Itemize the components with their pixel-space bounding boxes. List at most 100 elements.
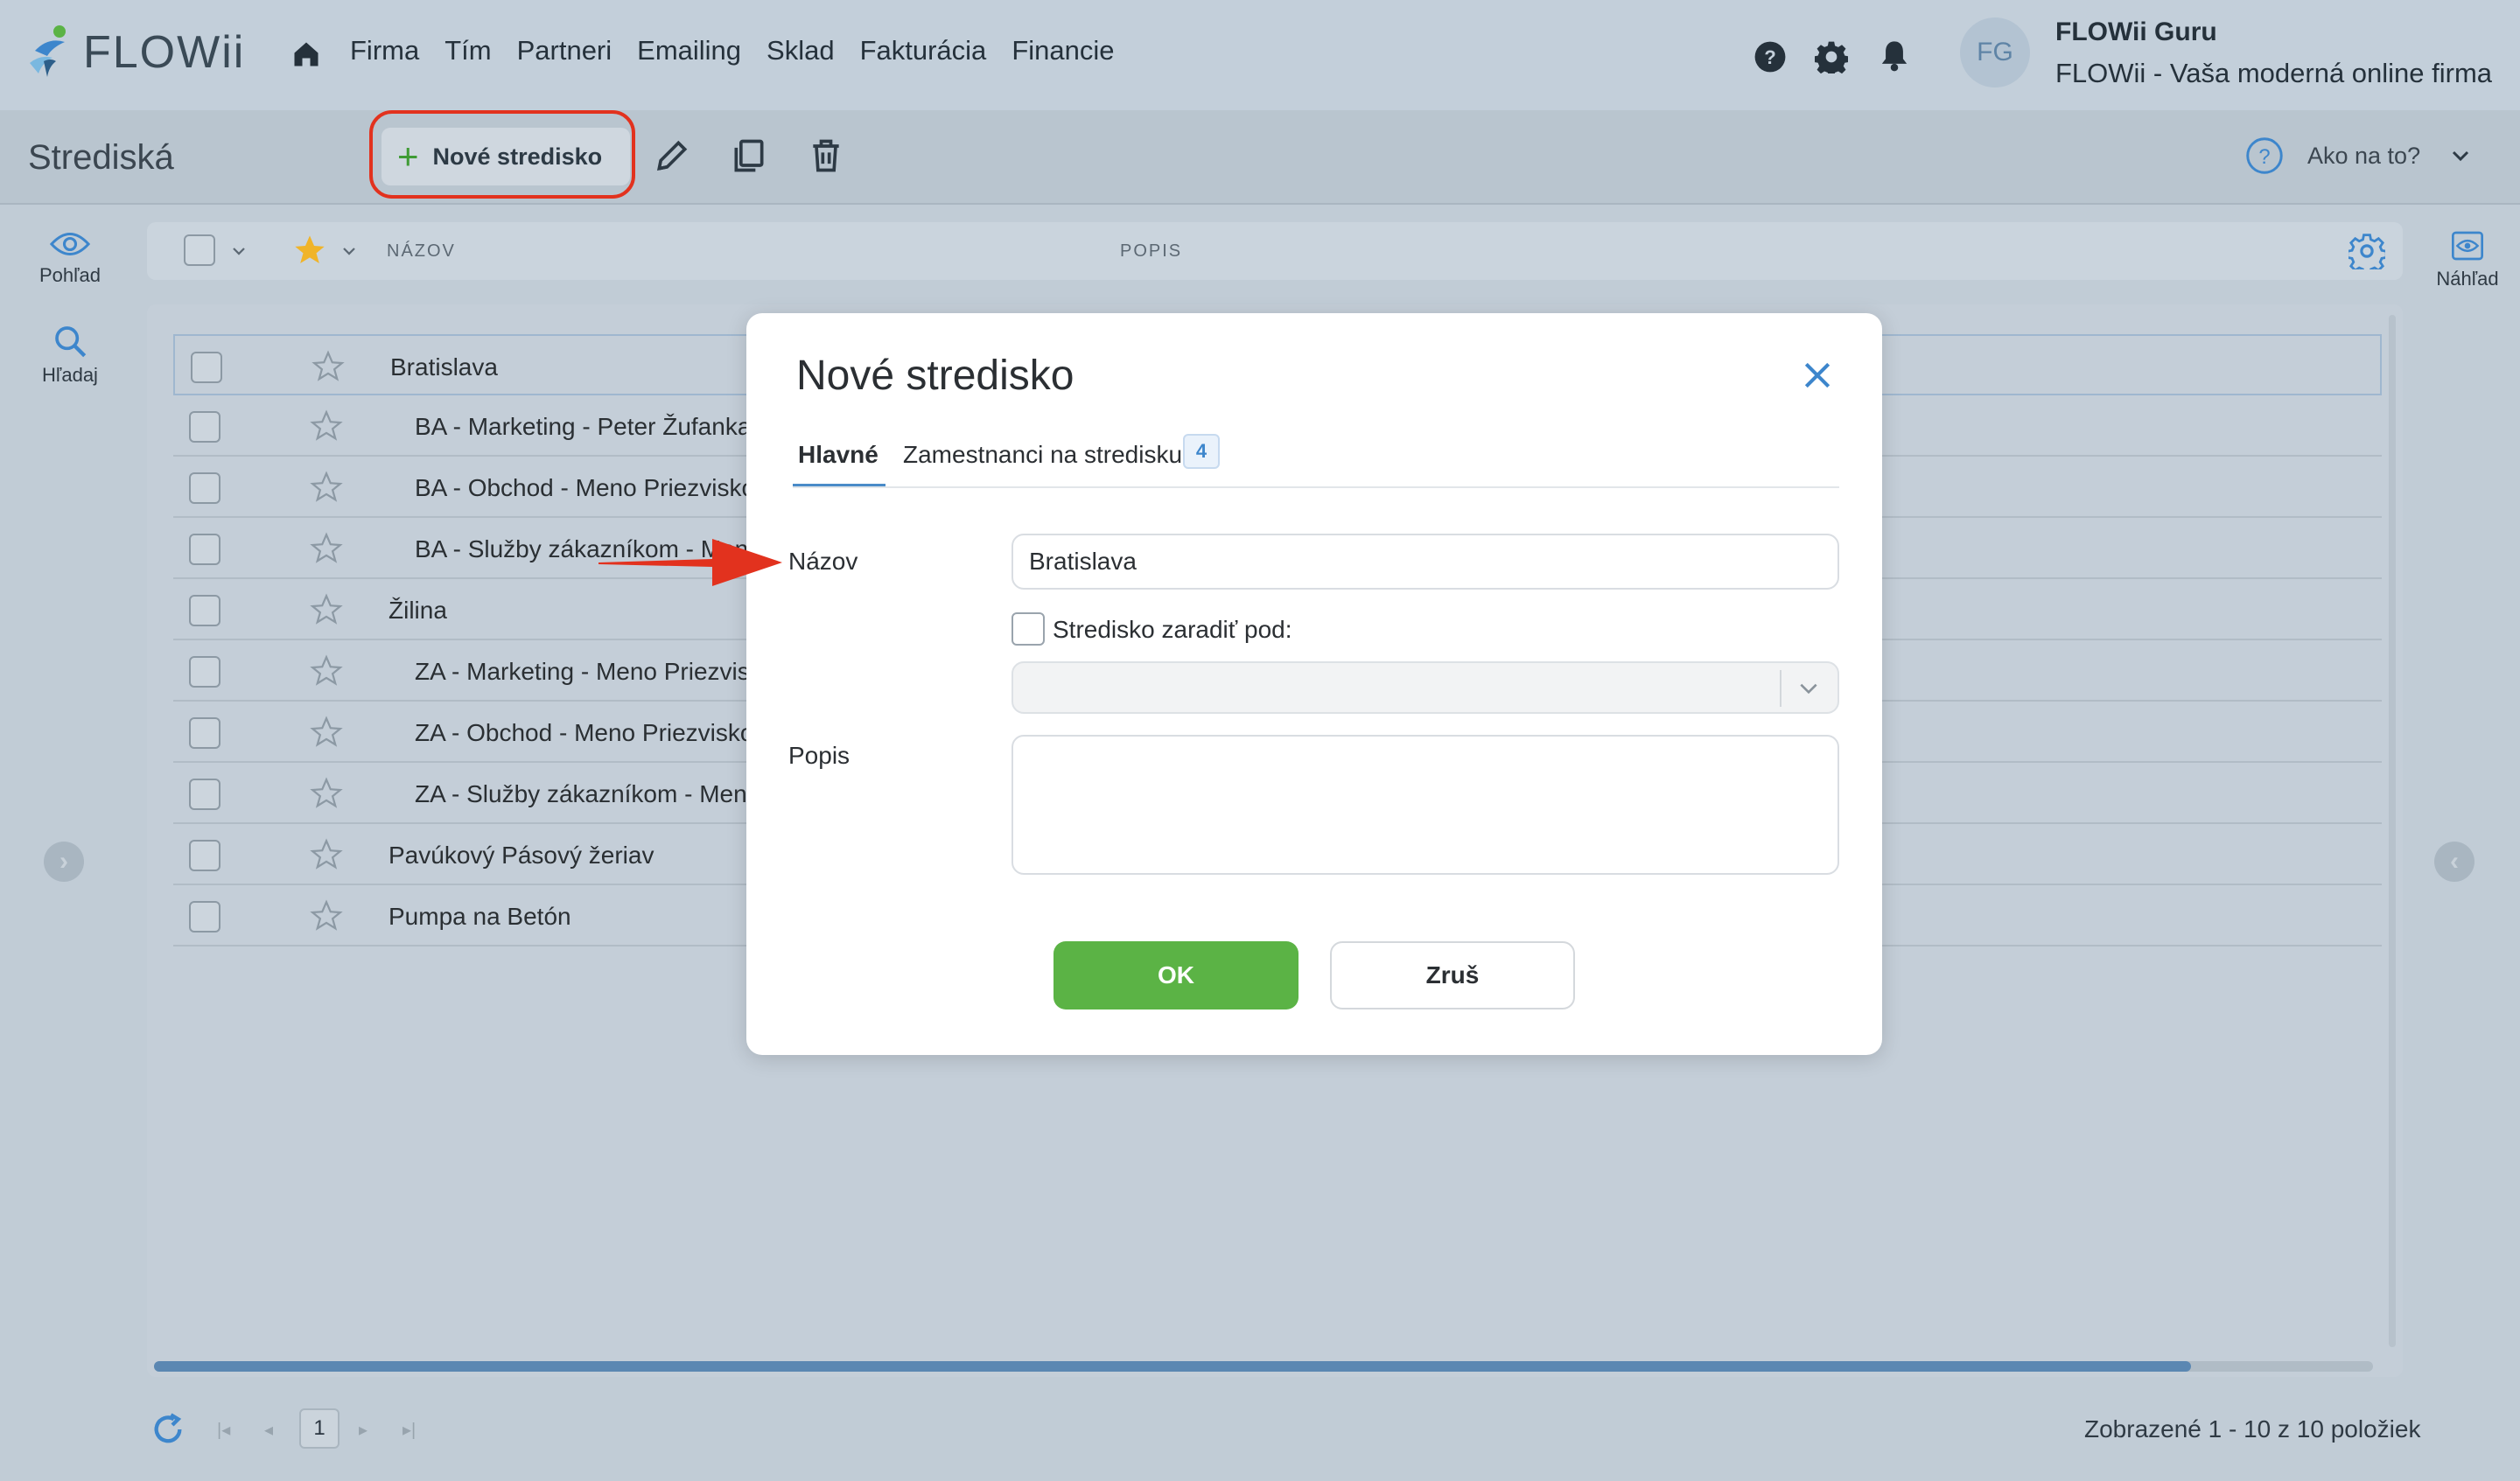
row-checkbox[interactable] <box>189 595 220 626</box>
scrollbar-thumb[interactable] <box>154 1361 2191 1372</box>
cancel-button[interactable]: Zruš <box>1330 941 1575 1009</box>
item-count: Zobrazené 1 - 10 z 10 položiek <box>2084 1415 2421 1443</box>
view-button[interactable]: Pohľad <box>0 229 140 287</box>
preview-icon <box>2452 231 2483 261</box>
row-checkbox[interactable] <box>189 472 220 504</box>
row-checkbox[interactable] <box>189 717 220 749</box>
svg-text:?: ? <box>2258 145 2270 169</box>
bell-icon[interactable] <box>1880 38 1909 72</box>
chevron-down-icon[interactable] <box>1797 677 1820 700</box>
nav-fakturacia[interactable]: Fakturácia <box>860 35 987 66</box>
employees-count-badge: 4 <box>1183 434 1220 469</box>
row-name: Pumpa na Betón <box>388 903 571 930</box>
dialog-title: Nové stredisko <box>796 353 1074 399</box>
chevron-down-icon[interactable] <box>231 243 247 259</box>
select-separator <box>1780 670 1782 707</box>
nav-firma[interactable]: Firma <box>350 35 419 66</box>
star-outline-icon[interactable] <box>310 532 343 565</box>
search-button[interactable]: Hľadaj <box>0 324 140 387</box>
star-outline-icon[interactable] <box>310 471 343 504</box>
brand-name[interactable]: FLOWii <box>83 26 245 79</box>
nav-sklad[interactable]: Sklad <box>766 35 835 66</box>
row-name: BA - Marketing - Peter Žufanka <box>415 413 752 440</box>
settings-gear-icon[interactable] <box>1815 40 1848 73</box>
avatar[interactable]: FG <box>1960 17 2030 87</box>
main-nav: Firma Tím Partneri Emailing Sklad Faktur… <box>350 35 1115 66</box>
row-name: Žilina <box>388 597 447 624</box>
copy-icon[interactable] <box>730 136 768 175</box>
ok-button[interactable]: OK <box>1054 941 1298 1009</box>
nav-financie[interactable]: Financie <box>1012 35 1114 66</box>
chevron-down-icon[interactable] <box>2450 145 2471 166</box>
star-outline-icon[interactable] <box>312 350 345 383</box>
column-settings-gear-icon[interactable] <box>2348 233 2385 269</box>
preview-label: Náhľad <box>2436 268 2499 290</box>
page-title: Strediská <box>28 138 174 177</box>
row-name: ZA - Marketing - Meno Priezvisko <box>415 658 776 685</box>
star-outline-icon[interactable] <box>310 654 343 688</box>
next-page-icon[interactable]: ▸ <box>359 1419 368 1441</box>
row-name: Pavúkový Pásový žeriav <box>388 842 654 869</box>
tab-main[interactable]: Hlavné <box>798 441 878 469</box>
grid-header: NÁZOV POPIS <box>147 222 2403 280</box>
refresh-icon[interactable] <box>150 1412 186 1447</box>
current-page[interactable]: 1 <box>299 1408 340 1449</box>
last-page-icon[interactable]: ▸| <box>402 1419 416 1441</box>
star-outline-icon[interactable] <box>310 716 343 749</box>
first-page-icon[interactable]: |◂ <box>217 1419 230 1441</box>
edit-pencil-icon[interactable] <box>653 136 691 175</box>
search-icon <box>55 326 87 358</box>
red-arrow-annotation <box>598 539 782 586</box>
name-field[interactable]: Bratislava <box>1012 534 1839 590</box>
view-label: Pohľad <box>38 264 102 286</box>
row-name: BA - Obchod - Meno Priezvisko <box>415 474 756 501</box>
trash-icon[interactable] <box>807 136 845 175</box>
nav-emailing[interactable]: Emailing <box>637 35 741 66</box>
vertical-scrollbar[interactable] <box>2389 315 2396 1347</box>
user-company: FLOWii - Vaša moderná online firma <box>2055 58 2493 88</box>
row-name: ZA - Služby zákazníkom - Meno <box>415 780 761 807</box>
row-checkbox[interactable] <box>191 352 222 383</box>
flowii-logo[interactable] <box>26 24 79 80</box>
parent-center-checkbox[interactable] <box>1012 612 1045 646</box>
row-checkbox[interactable] <box>189 411 220 443</box>
star-outline-icon[interactable] <box>310 899 343 933</box>
tab-employees[interactable]: Zamestnanci na stredisku <box>903 441 1182 469</box>
row-checkbox[interactable] <box>189 534 220 565</box>
row-checkbox[interactable] <box>189 901 220 933</box>
select-all-checkbox[interactable] <box>184 234 215 266</box>
star-outline-icon[interactable] <box>310 838 343 871</box>
row-name: ZA - Obchod - Meno Priezvisko <box>415 719 754 746</box>
chevron-down-icon[interactable] <box>341 243 357 259</box>
help-icon[interactable]: ? <box>1754 40 1787 73</box>
column-header-name[interactable]: NÁZOV <box>387 241 456 262</box>
description-field[interactable] <box>1012 735 1839 875</box>
nav-tim[interactable]: Tím <box>444 35 491 66</box>
star-filled-icon[interactable] <box>292 233 327 268</box>
home-icon[interactable] <box>290 38 322 70</box>
row-checkbox[interactable] <box>189 779 220 810</box>
collapse-right-chevron-icon[interactable]: ‹ <box>2434 842 2474 882</box>
row-checkbox[interactable] <box>189 840 220 871</box>
tab-divider <box>793 486 1839 488</box>
preview-button[interactable]: Náhľad <box>2415 229 2520 290</box>
column-header-description[interactable]: POPIS <box>1120 241 1182 262</box>
prev-page-icon[interactable]: ◂ <box>264 1419 273 1441</box>
svg-text:?: ? <box>1764 46 1776 68</box>
close-icon[interactable] <box>1801 359 1834 392</box>
search-label: Hľadaj <box>42 364 98 386</box>
horizontal-scrollbar[interactable] <box>154 1361 2373 1372</box>
star-outline-icon[interactable] <box>310 409 343 443</box>
parent-center-label[interactable]: Stredisko zaradiť pod: <box>1053 616 1292 644</box>
nav-partneri[interactable]: Partneri <box>517 35 612 66</box>
help-circle-icon[interactable]: ? <box>2245 136 2284 175</box>
parent-center-select[interactable] <box>1012 661 1839 714</box>
eye-icon <box>49 232 91 256</box>
expand-left-chevron-icon[interactable]: › <box>44 842 84 882</box>
star-outline-icon[interactable] <box>310 593 343 626</box>
row-checkbox[interactable] <box>189 656 220 688</box>
star-outline-icon[interactable] <box>310 777 343 810</box>
description-label: Popis <box>788 742 850 769</box>
user-name[interactable]: FLOWii Guru <box>2055 17 2217 47</box>
how-to-link[interactable]: Ako na to? <box>2307 143 2420 170</box>
